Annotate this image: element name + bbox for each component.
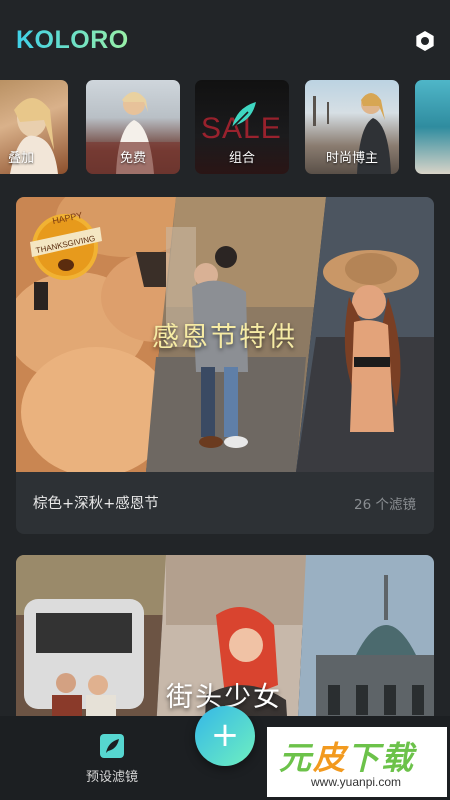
filter-tile-free[interactable]: 免费: [86, 80, 180, 174]
tile-label: 组合: [228, 151, 255, 166]
watermark-char: 皮: [313, 739, 348, 777]
top-bar: KOLORO: [0, 0, 450, 80]
tile-label: 叠加: [7, 151, 34, 166]
filter-tiles-row[interactable]: 叠加 免费 SALE 组合 时尚博主: [0, 80, 450, 174]
watermark-char: 下载: [347, 739, 416, 777]
collection-card-thanksgiving[interactable]: HAPPY THANKSGIVING 感恩节特供 棕色+深秋+感恩节 26 个滤…: [16, 197, 434, 534]
filter-count: 26 个滤镜: [354, 497, 416, 513]
app-logo: KOLORO: [16, 26, 129, 54]
watermark-char: 元: [279, 739, 314, 777]
plus-icon: +: [210, 715, 240, 755]
add-button[interactable]: +: [195, 706, 255, 766]
watermark: 元皮下载 www.yuanpi.com: [267, 727, 447, 797]
collection-footer: 棕色+深秋+感恩节 26 个滤镜: [16, 472, 434, 534]
collection-overlay-title: 感恩节特供: [152, 322, 297, 353]
nav-presets[interactable]: 预设滤镜: [76, 734, 146, 794]
collection-cover-image: HAPPY THANKSGIVING 感恩节特供: [16, 197, 434, 477]
gear-icon[interactable]: [413, 29, 437, 53]
filter-tile-overlay[interactable]: 叠加: [0, 80, 68, 174]
collection-title: 棕色+深秋+感恩节: [33, 496, 159, 512]
tile-label: 免费: [119, 151, 146, 166]
tile-label: 时尚博主: [325, 151, 378, 166]
filter-tile-fashion-blogger[interactable]: 时尚博主: [305, 80, 399, 174]
feather-icon: [231, 102, 256, 129]
watermark-url: www.yuanpi.com: [311, 775, 402, 789]
filter-tile-more[interactable]: [415, 80, 450, 174]
filter-tile-combo[interactable]: SALE 组合: [195, 80, 289, 174]
watermark-brand: 元皮下载: [279, 733, 415, 779]
nav-presets-label: 预设滤镜: [85, 770, 138, 785]
feather-icon: [100, 734, 124, 758]
